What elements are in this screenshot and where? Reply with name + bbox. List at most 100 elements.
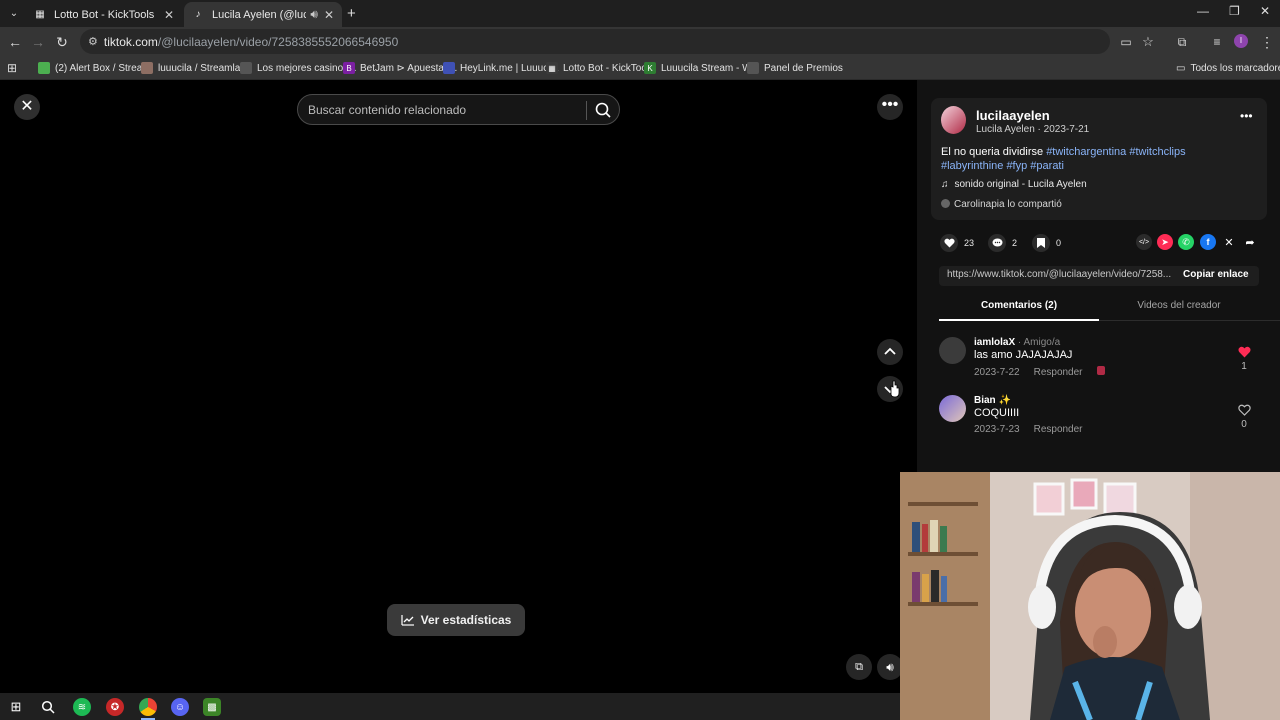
chevron-up-icon — [884, 347, 896, 355]
bookmark-favicon: K — [644, 62, 656, 74]
search-icon[interactable] — [39, 698, 57, 716]
hashtag-link[interactable]: #labyrinthine — [941, 160, 1003, 172]
avatar[interactable] — [939, 337, 966, 364]
bookmark-item[interactable]: K Luuucila Stream - W... — [644, 60, 759, 76]
bookmark-label: HeyLink.me | Luuucila — [460, 62, 559, 74]
bookmark-label: (2) Alert Box / Strea... — [55, 62, 151, 74]
sound-name: sonido original - Lucila Ayelen — [954, 179, 1087, 190]
spotify-icon[interactable]: ≋ — [73, 698, 91, 716]
chart-line-icon — [401, 615, 414, 626]
save-count: 0 — [1056, 238, 1062, 248]
comment-date: 2023-7-23 — [974, 424, 1020, 435]
close-player-button[interactable]: ✕ — [14, 94, 40, 120]
copy-link-button[interactable]: Copiar enlace — [1183, 269, 1249, 280]
more-options-button[interactable]: ••• — [877, 94, 903, 120]
windows-start-icon[interactable]: ⊞ — [7, 698, 25, 716]
comment-text: las amo JAJAJAJAJ — [974, 349, 1073, 361]
bookmark-item[interactable]: Los mejores casinos... — [240, 60, 357, 76]
back-button[interactable]: ← — [6, 33, 24, 51]
bookmark-star-icon[interactable]: ☆ — [1139, 33, 1157, 51]
related-search-input[interactable] — [308, 101, 578, 119]
restore-button[interactable]: ❐ — [1229, 4, 1240, 18]
post-more-button[interactable]: ••• — [1240, 109, 1253, 123]
description-card: lucilaayelen Lucila Ayelen · 2023-7-21 •… — [931, 98, 1267, 220]
url-field[interactable]: ⚙ tiktok.com/@lucilaayelen/video/7258385… — [80, 29, 1110, 54]
shared-row: Carolinapia lo compartió — [941, 199, 1062, 210]
previous-video-button[interactable] — [877, 339, 903, 365]
close-window-button[interactable]: ✕ — [1260, 4, 1270, 18]
bookmark-item[interactable]: luuucila / Streamlabs — [141, 60, 251, 76]
app-icon[interactable]: ✪ — [106, 698, 124, 716]
bookmark-item[interactable]: (2) Alert Box / Strea... — [38, 60, 151, 76]
share-arrow-icon[interactable]: ➦ — [1242, 234, 1258, 250]
hashtag-link[interactable]: #twitchclips — [1129, 146, 1185, 158]
discord-icon[interactable]: ☺ — [171, 698, 189, 716]
chrome-icon[interactable] — [139, 698, 157, 716]
hashtag-link[interactable]: #parati — [1030, 160, 1064, 172]
comment-meta: 2023-7-23 Responder — [974, 424, 1097, 435]
close-tab-icon[interactable]: ✕ — [324, 8, 334, 22]
send-icon[interactable]: ➤ — [1157, 234, 1173, 250]
reload-button[interactable]: ↻ — [53, 33, 71, 51]
hashtag-link[interactable]: #twitchargentina — [1046, 146, 1126, 158]
related-search-box[interactable] — [297, 94, 620, 125]
comment-username[interactable]: Bian ✨ — [974, 395, 1011, 406]
view-stats-button[interactable]: Ver estadísticas — [387, 604, 525, 636]
all-bookmarks[interactable]: ▭ Todos los marcadores — [1176, 60, 1280, 76]
menu-lines-icon[interactable]: ≡ — [1208, 33, 1226, 51]
comment-user-badge: · Amigo/a — [1017, 337, 1061, 348]
creator-username[interactable]: lucilaayelen — [976, 108, 1050, 123]
comment-like[interactable]: 0 — [1237, 404, 1251, 430]
tab-lotto-bot[interactable]: ▦ Lotto Bot - KickTools ✕ — [26, 2, 182, 27]
creator-display-name: Lucila Ayelen — [976, 124, 1035, 135]
tab-comments[interactable]: Comentarios (2) — [939, 300, 1099, 311]
speaker-icon[interactable]: 🔊︎ — [310, 7, 318, 22]
comment-username[interactable]: iamlolaX · Amigo/a — [974, 337, 1060, 348]
floating-player-button[interactable]: ⧉ — [846, 654, 872, 680]
new-tab-button[interactable]: + — [347, 5, 356, 22]
minimize-button[interactable]: — — [1197, 4, 1209, 18]
apps-grid-icon[interactable]: ⊞ — [7, 60, 17, 76]
sound-row[interactable]: ♫ sonido original - Lucila Ayelen — [941, 179, 1087, 190]
share-link-text[interactable]: https://www.tiktok.com/@lucilaayelen/vid… — [947, 269, 1173, 280]
creator-avatar[interactable] — [941, 106, 966, 134]
forward-button[interactable]: → — [29, 33, 47, 51]
tab-title: Lucila Ayelen (@lucilaayelen — [212, 8, 307, 21]
cast-icon[interactable]: ▭ — [1117, 33, 1135, 51]
close-tab-icon[interactable]: ✕ — [164, 8, 174, 22]
bookmark-item[interactable]: HeyLink.me | Luuucila — [443, 60, 558, 76]
like-button[interactable]: 23 — [940, 234, 974, 252]
video-player[interactable]: ✕ ••• Ver estadísticas ⧉ 🔊︎ — [0, 80, 917, 693]
search-icon[interactable] — [593, 100, 613, 120]
bookmark-label: luuucila / Streamlabs — [158, 62, 251, 74]
extensions-icon[interactable]: ⧉ — [1173, 33, 1191, 51]
avatar[interactable] — [939, 395, 966, 422]
save-button[interactable]: 0 — [1032, 234, 1061, 252]
tab-creator-videos[interactable]: Videos del creador — [1099, 300, 1259, 311]
reply-button[interactable]: Responder — [1034, 367, 1083, 378]
bookmarks-bar: ⊞ (2) Alert Box / Strea... luuucila / St… — [0, 56, 1280, 80]
hashtag-link[interactable]: #fyp — [1006, 160, 1027, 172]
heart-filled-icon — [1237, 346, 1251, 358]
comment-like[interactable]: 1 — [1237, 346, 1251, 372]
bookmark-icon — [1032, 234, 1050, 252]
x-icon[interactable]: ✕ — [1221, 234, 1237, 250]
browser-tab-bar: ⌄ ▦ Lotto Bot - KickTools ✕ ♪ Lucila Aye… — [0, 0, 1280, 27]
site-info-icon[interactable]: ⚙ — [88, 35, 98, 48]
like-count: 23 — [964, 238, 975, 248]
active-tab-underline — [939, 319, 1099, 321]
reply-button[interactable]: Responder — [1034, 424, 1083, 435]
bookmark-item[interactable]: Panel de Premios — [747, 60, 843, 76]
bookmark-item[interactable]: ▦ Lotto Bot - KickTools — [546, 60, 654, 76]
profile-avatar[interactable]: I — [1234, 34, 1248, 48]
bookmark-favicon — [747, 62, 759, 74]
minecraft-icon[interactable]: ▩ — [203, 698, 221, 716]
tab-search-icon[interactable]: ⌄ — [6, 6, 22, 22]
comment-button[interactable]: 2 — [988, 234, 1017, 252]
whatsapp-icon[interactable]: ✆ — [1178, 234, 1194, 250]
embed-icon[interactable]: </> — [1136, 234, 1152, 250]
facebook-icon[interactable]: f — [1200, 234, 1216, 250]
more-vertical-icon[interactable]: ⋮ — [1258, 33, 1276, 51]
bookmark-item[interactable]: B BetJam ⊳ Apuestas... — [343, 60, 457, 76]
tab-tiktok[interactable]: ♪ Lucila Ayelen (@lucilaayelen 🔊︎ ✕ — [184, 2, 342, 27]
